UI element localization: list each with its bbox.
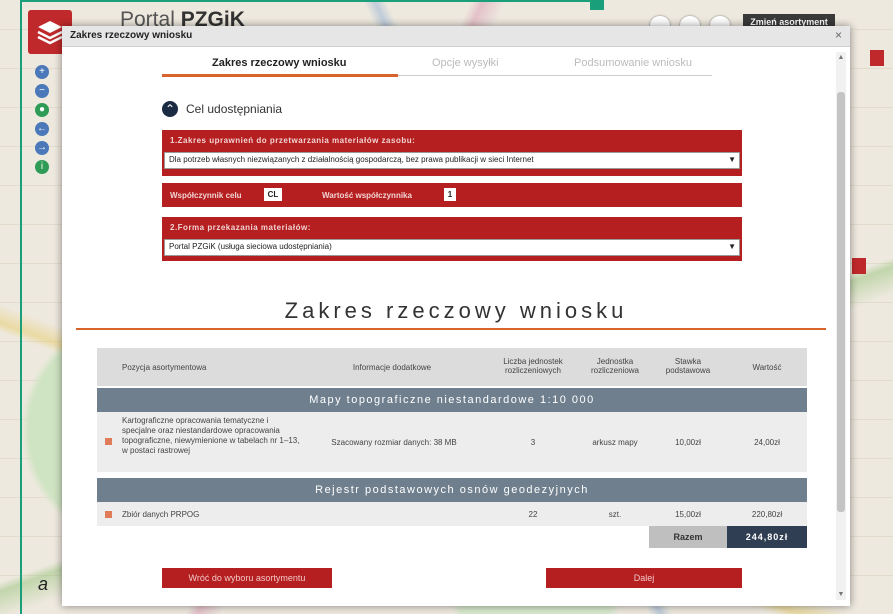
figure-label: a [38,574,49,594]
row-unit: szt. [608,510,622,519]
coefficient-panel: Współczynnik celu CL Wartość współczynni… [162,183,742,207]
table-row: Kartograficzne opracowania tematyczne i … [97,412,807,472]
rights-panel: 1.Zakres uprawnień do przetwarzania mate… [162,130,742,176]
group-row-topo: Mapy topograficzne niestandardowe 1:10 0… [97,388,807,412]
dialog-title: Zakres rzeczowy wniosku [70,30,193,41]
side-red-marker [870,50,884,66]
section-divider [76,328,826,330]
col-rate: Stawka podstawowa [665,357,711,375]
row-rate: 15,00zł [675,510,701,519]
col-unit: Jednostka rozliczeniowa [590,357,640,375]
rights-select-value: Dla potrzeb własnych niezwiązanych z dzi… [169,155,534,164]
zoom-in-icon[interactable]: + [35,65,49,79]
dropdown-arrow-icon: ▼ [728,155,736,164]
remove-icon[interactable] [105,511,112,518]
row-count: 3 [530,438,536,447]
step-shipping[interactable]: Opcje wysyłki [432,57,499,69]
row-value: 24,00zł [754,438,780,447]
step-inactive-line [398,75,712,76]
row-position: Kartograficzne opracowania tematyczne i … [122,416,300,455]
step-scope[interactable]: Zakres rzeczowy wniosku [212,57,347,69]
scrollbar[interactable]: ▲ ▼ [836,52,846,600]
scroll-up-icon[interactable]: ▲ [837,54,845,61]
col-unit-count: Liczba jednostek rozliczeniowych [503,357,563,375]
layers-icon [37,21,63,45]
coefficient-value: 1 [444,188,456,201]
arrow-left-icon[interactable]: ← [35,122,49,136]
purpose-coefficient-label: Współczynnik celu [170,191,242,200]
delivery-label: 2.Forma przekazania materiałów: [170,223,311,232]
total-value: 244,80zł [727,526,807,548]
purpose-coefficient-value: CL [264,188,282,201]
map-toolbar: + − ● ← → i [32,60,52,179]
col-info: Informacje dodatkowe [352,363,432,372]
section-title: Zakres rzeczowy wniosku [284,298,628,323]
step-summary[interactable]: Podsumowanie wniosku [574,57,692,69]
dropdown-arrow-icon: ▼ [728,242,736,251]
delivery-select[interactable]: Portal PZGiK (usługa sieciowa udostępnia… [164,239,740,256]
close-icon[interactable]: × [835,28,842,42]
row-count: 22 [528,510,538,519]
row-position: Zbiór danych PRPOG [122,510,200,519]
delivery-panel: 2.Forma przekazania materiałów: Portal P… [162,217,742,261]
dialog-header: Zakres rzeczowy wniosku × [62,26,850,47]
chevron-up-icon[interactable]: ⌃ [162,101,178,117]
frame-left [20,0,22,614]
back-button[interactable]: Wróć do wyboru asortymentu [162,568,332,588]
globe-icon[interactable]: ● [35,103,49,117]
zoom-out-icon[interactable]: − [35,84,49,98]
col-position: Pozycja asortymentowa [122,363,207,372]
scroll-down-icon[interactable]: ▼ [837,591,845,598]
delivery-select-value: Portal PZGiK (usługa sieciowa udostępnia… [169,242,332,251]
wizard-steps: Zakres rzeczowy wniosku Opcje wysyłki Po… [162,54,742,78]
step-active-line [162,74,398,77]
remove-icon[interactable] [105,438,112,445]
rights-select[interactable]: Dla potrzeb własnych niezwiązanych z dzi… [164,152,740,169]
arrow-right-icon[interactable]: → [35,141,49,155]
table-header: Pozycja asortymentowa Informacje dodatko… [97,348,807,386]
coefficient-value-label: Wartość współczynnika [322,191,412,200]
total-label: Razem [649,526,727,548]
purpose-label: Cel udostępniania [186,102,283,116]
col-value: Wartość [752,363,782,372]
row-rate: 10,00zł [675,438,701,447]
row-value: 220,80zł [751,510,783,519]
next-button[interactable]: Dalej [546,568,742,588]
rights-label: 1.Zakres uprawnień do przetwarzania mate… [170,136,416,145]
row-unit: arkusz mapy [592,438,638,447]
side-red-marker-2 [852,258,866,274]
group-row-geodetic: Rejestr podstawowych osnów geodezyjnych [97,478,807,502]
request-dialog: Zakres rzeczowy wniosku × ▲ ▼ Zakres rze… [62,26,850,606]
table-row: Zbiór danych PRPOG 22 szt. 15,00zł 220,8… [97,502,807,526]
info-circle-icon[interactable]: i [35,160,49,174]
row-info: Szacowany rozmiar danych: 38 MB [331,438,457,447]
